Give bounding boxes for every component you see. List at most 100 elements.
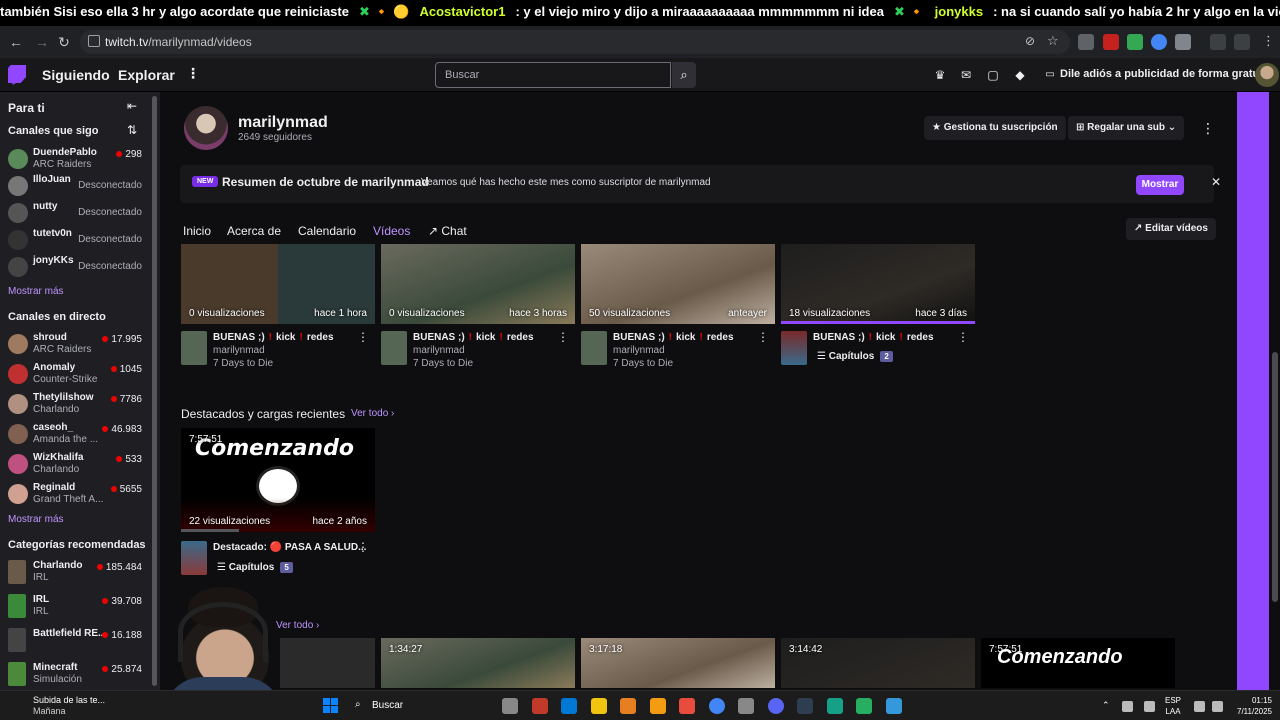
more-vert-icon[interactable]: ⋮	[557, 330, 569, 344]
more-vert-icon[interactable]: ⋮	[1201, 120, 1215, 137]
edit-videos-button[interactable]: ↗ Editar vídeos	[1126, 218, 1216, 240]
sidebar-channel[interactable]: IlloJuan Desconectado	[0, 174, 150, 200]
gift-sub-button[interactable]: ⊞ Regalar una sub ⌄	[1068, 116, 1185, 140]
chapters-button[interactable]: ☰ Capítulos 5	[217, 562, 293, 578]
app-icon[interactable]	[679, 698, 695, 714]
tray-icon[interactable]	[1194, 701, 1205, 712]
channel-avatar[interactable]	[184, 106, 228, 150]
sidebar-channel[interactable]: IRL IRL 39.708	[0, 594, 150, 620]
inbox-icon[interactable]: ✉	[959, 68, 973, 82]
page-scrollbar[interactable]	[1269, 92, 1280, 690]
video-title[interactable]: BUENAS ;)! kick! redes	[813, 332, 934, 343]
video-thumbnail[interactable]: 0 visualizaciones hace 3 horas	[381, 244, 575, 324]
sidebar-channel[interactable]: Thetylilshow Charlando 7786	[0, 392, 150, 418]
search-icon[interactable]: ⌕	[672, 62, 696, 88]
video-channel[interactable]: marilynmad	[213, 345, 265, 356]
menu-lines-icon[interactable]	[1210, 34, 1226, 50]
search-input[interactable]: Buscar	[435, 62, 671, 88]
system-clock[interactable]: 01:15 7/11/2025	[1228, 695, 1272, 717]
sidebar-channel[interactable]: Minecraft Simulación 25.874	[0, 662, 150, 688]
sidebar-channel[interactable]: nutty Desconectado	[0, 201, 150, 227]
bits-icon[interactable]: ◆	[1013, 68, 1027, 82]
video-thumbnail[interactable]: 50 visualizaciones anteayer	[581, 244, 775, 324]
weather-text[interactable]: Subida de las te...	[33, 695, 105, 705]
show-more-live[interactable]: Mostrar más	[8, 514, 64, 525]
windows-start-icon[interactable]	[323, 698, 339, 714]
app-icon[interactable]	[826, 698, 843, 714]
sidebar-channel[interactable]: WizKhalifa Charlando 533	[0, 452, 150, 478]
sidebar-channel[interactable]: tutetv0n Desconectado	[0, 228, 150, 254]
more-vert-icon[interactable]: ⋮	[1262, 33, 1275, 49]
app-icon[interactable]	[856, 698, 872, 714]
extension-icon[interactable]	[1151, 34, 1167, 50]
highlights-see-all[interactable]: Ver todo ›	[351, 408, 394, 419]
channel-name[interactable]: marilynmad	[238, 114, 328, 132]
tab-chat[interactable]: ↗ Chat	[428, 224, 467, 238]
sort-icon[interactable]: ⇅	[127, 123, 137, 137]
sidebar-channel[interactable]: Anomaly Counter-Strike 1045	[0, 362, 150, 388]
tab-calendario[interactable]: Calendario	[298, 224, 356, 238]
outlook-icon[interactable]	[561, 698, 577, 714]
discord-icon[interactable]	[767, 698, 784, 714]
video-channel[interactable]: marilynmad	[613, 345, 665, 356]
highlight-thumbnail[interactable]: Comenzando 7:57:51 22 visualizaciones ha…	[181, 428, 375, 532]
nav-following[interactable]: Siguiendo	[42, 67, 110, 83]
taskbar-search[interactable]: ⌕ Buscar	[352, 696, 492, 716]
video-thumbnail[interactable]: 3:17:18	[581, 638, 775, 688]
video-game[interactable]: 7 Days to Die	[613, 358, 673, 369]
sidebar-channel[interactable]: Reginald Grand Theft A... 5655	[0, 482, 150, 508]
crown-icon[interactable]: ♛	[933, 68, 947, 82]
video-thumbnail[interactable]: 7:57:51 Comenzando	[981, 638, 1175, 688]
address-bar[interactable]: twitch.tv/marilynmad/videos	[80, 30, 1070, 54]
twitch-logo-icon[interactable]	[8, 65, 26, 85]
video-title[interactable]: BUENAS ;)! kick! redes	[613, 332, 734, 343]
highlight-title[interactable]: Destacado: 🔴 PASA A SALUD...	[213, 542, 366, 553]
bookmark-star-icon[interactable]: ☆	[1047, 33, 1059, 49]
nav-explore[interactable]: Explorar	[118, 67, 175, 83]
game-boxart[interactable]	[381, 331, 407, 365]
game-boxart[interactable]	[781, 331, 807, 365]
sidebar-channel[interactable]: Charlando IRL 185.484	[0, 560, 150, 586]
forward-icon[interactable]: →	[30, 30, 54, 54]
video-thumbnail[interactable]: 0 visualizaciones hace 1 hora	[181, 244, 375, 324]
video-channel[interactable]: marilynmad	[413, 345, 465, 356]
more-vert-icon[interactable]: ⋮	[357, 540, 369, 554]
sidebar-channel[interactable]: shroud ARC Raiders 17.995	[0, 332, 150, 358]
more-vert-icon[interactable]: ⋮	[957, 330, 969, 344]
manage-sub-button[interactable]: ★ Gestiona tu suscripción	[924, 116, 1066, 140]
reload-icon[interactable]: ↻	[52, 30, 76, 54]
task-view-icon[interactable]	[502, 698, 518, 714]
video-game[interactable]: 7 Days to Die	[213, 358, 273, 369]
show-more-followed[interactable]: Mostrar más	[8, 286, 64, 297]
tab-vídeos[interactable]: Vídeos	[373, 224, 410, 238]
folder-icon[interactable]	[649, 698, 666, 714]
extension-icon[interactable]	[1078, 34, 1094, 50]
store-icon[interactable]	[590, 698, 607, 714]
sidebar-channel[interactable]: jonyKKs Desconectado	[0, 255, 150, 281]
tab-acerca-de[interactable]: Acerca de	[227, 224, 281, 238]
whispers-icon[interactable]: ▢	[986, 68, 1000, 82]
app-icon[interactable]	[531, 698, 548, 714]
game-boxart[interactable]	[581, 331, 607, 365]
video-game[interactable]: 7 Days to Die	[413, 358, 473, 369]
more-vert-icon[interactable]: ⋮	[357, 330, 369, 344]
game-boxart[interactable]	[181, 331, 207, 365]
sidebar-icon[interactable]	[1234, 34, 1250, 50]
extension-icon[interactable]	[1103, 34, 1119, 50]
video-title[interactable]: BUENAS ;)! kick! redes	[413, 332, 534, 343]
tab-inicio[interactable]: Inicio	[183, 224, 211, 238]
puzzle-icon[interactable]	[1175, 34, 1191, 50]
more-vert-icon[interactable]: ⋮	[757, 330, 769, 344]
video-thumbnail[interactable]	[280, 638, 375, 688]
user-avatar[interactable]	[1255, 63, 1279, 87]
sidebar-channel[interactable]: Battlefield RE... 16.188	[0, 628, 150, 654]
site-info-icon[interactable]	[88, 35, 100, 47]
steam-icon[interactable]	[738, 698, 754, 714]
close-icon[interactable]: ✕	[1211, 175, 1221, 189]
extension-icon[interactable]	[1127, 34, 1143, 50]
video-thumbnail[interactable]: 1:34:27	[381, 638, 575, 688]
video-title[interactable]: BUENAS ;)! kick! redes	[213, 332, 334, 343]
more-vert-icon[interactable]: ⋮	[186, 65, 200, 82]
app-icon[interactable]	[885, 698, 902, 714]
sidebar-channel[interactable]: caseoh_ Amanda the ... 46.983	[0, 422, 150, 448]
